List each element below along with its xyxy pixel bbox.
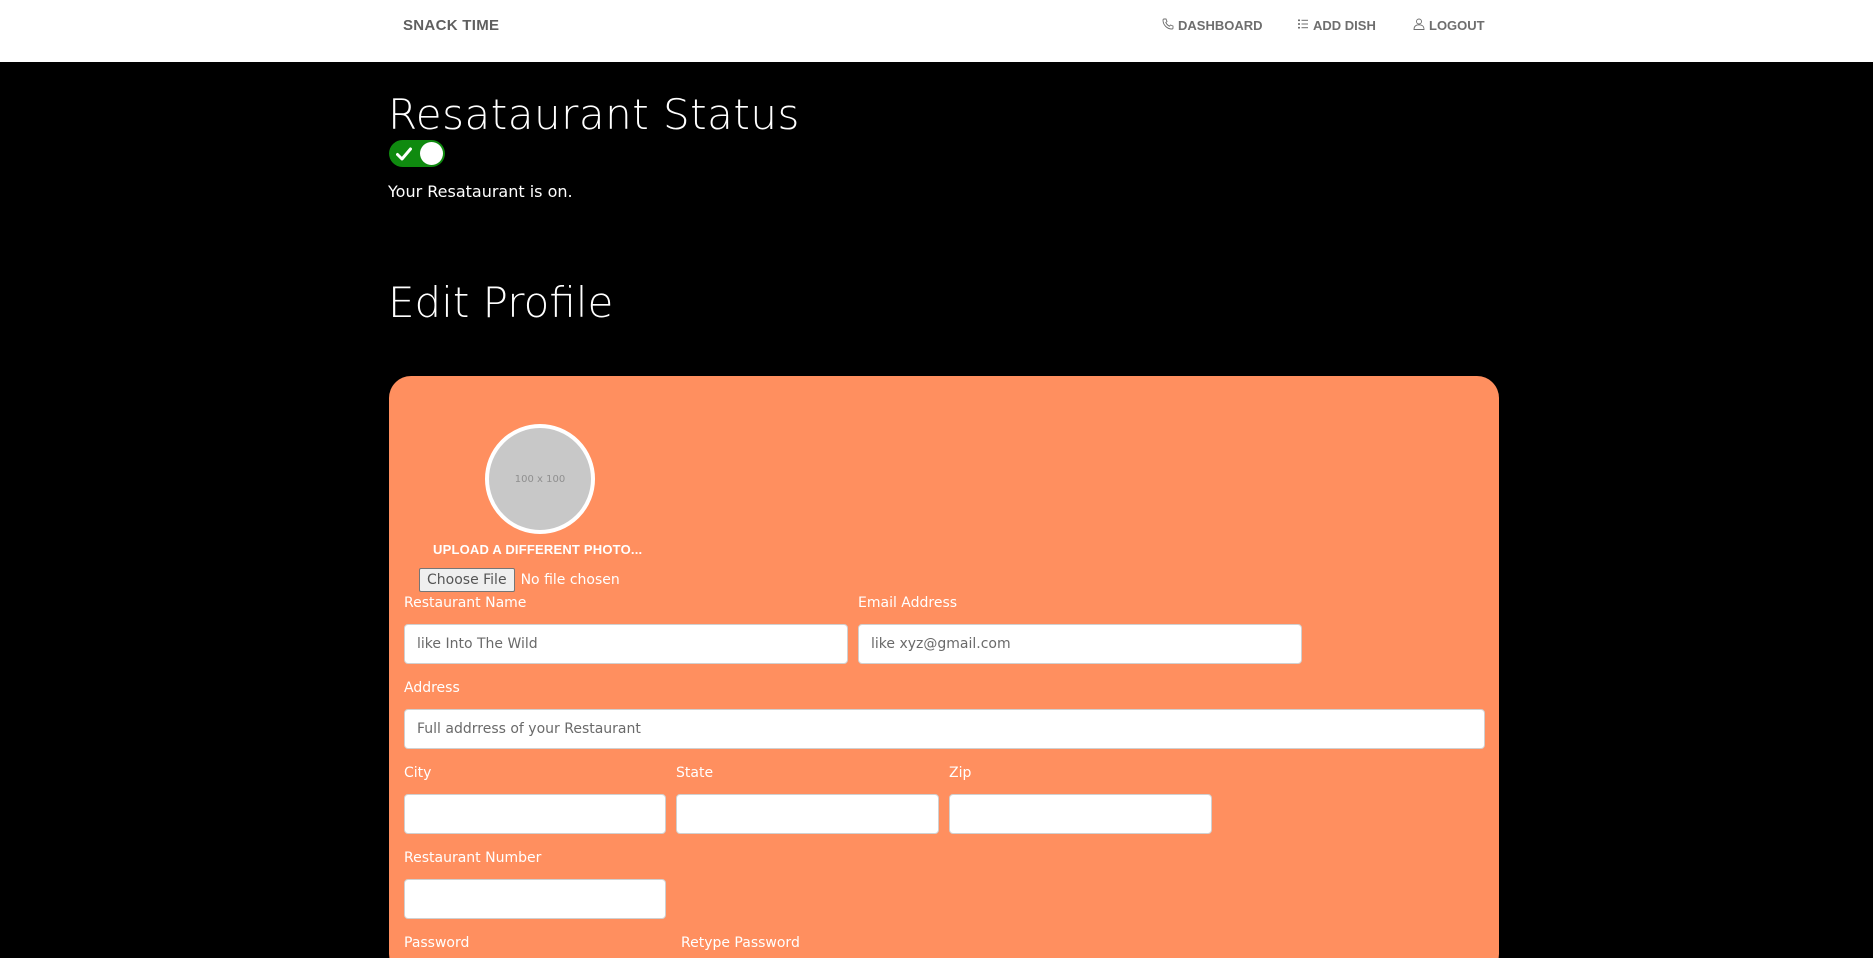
upload-photo-label: UPLOAD A DIFFERENT PHOTO...	[433, 542, 643, 557]
nav-logout-label: LOGOUT	[1429, 18, 1485, 33]
state-input[interactable]	[676, 794, 939, 834]
choose-file-button[interactable]: Choose File	[419, 568, 515, 592]
brand-logo[interactable]: SNACK TIME	[403, 17, 499, 34]
retype-password-label: Retype Password	[681, 935, 800, 951]
status-title: Resataurant Status	[388, 90, 800, 139]
zip-input[interactable]	[949, 794, 1212, 834]
avatar-placeholder-text: 100 x 100	[514, 473, 566, 485]
file-input: Choose File No file chosen	[419, 568, 620, 592]
address-label: Address	[404, 680, 460, 696]
zip-label: Zip	[949, 765, 972, 781]
list-icon	[1297, 18, 1309, 33]
nav-dashboard[interactable]: DASHBOARD	[1162, 18, 1263, 33]
city-input[interactable]	[404, 794, 666, 834]
profile-form-card: 100 x 100 UPLOAD A DIFFERENT PHOTO... Ch…	[389, 376, 1499, 958]
address-input[interactable]	[404, 709, 1485, 749]
user-icon	[1413, 18, 1425, 33]
restaurant-name-input[interactable]	[404, 624, 848, 664]
checkmark-icon	[396, 146, 412, 161]
file-status-text: No file chosen	[520, 572, 620, 588]
status-message: Your Resataurant is on.	[388, 182, 573, 201]
email-label: Email Address	[858, 595, 958, 611]
nav-add-dish-label: ADD DISH	[1313, 18, 1376, 33]
city-label: City	[404, 765, 432, 781]
phone-icon	[1162, 18, 1174, 33]
restaurant-number-input[interactable]	[404, 879, 666, 919]
state-label: State	[676, 765, 714, 781]
password-label: Password	[404, 935, 470, 951]
edit-profile-title: Edit Profile	[388, 278, 614, 327]
nav-dashboard-label: DASHBOARD	[1178, 18, 1263, 33]
restaurant-status-toggle[interactable]	[389, 140, 445, 167]
email-input[interactable]	[858, 624, 1302, 664]
restaurant-name-label: Restaurant Name	[404, 595, 527, 611]
toggle-knob	[420, 142, 443, 165]
nav-add-dish[interactable]: ADD DISH	[1297, 18, 1376, 33]
nav-logout[interactable]: LOGOUT	[1413, 18, 1485, 33]
top-navbar: SNACK TIME DASHBOARD ADD DISH LOGOUT	[0, 0, 1873, 62]
restaurant-number-label: Restaurant Number	[404, 850, 542, 866]
avatar: 100 x 100	[485, 424, 595, 534]
